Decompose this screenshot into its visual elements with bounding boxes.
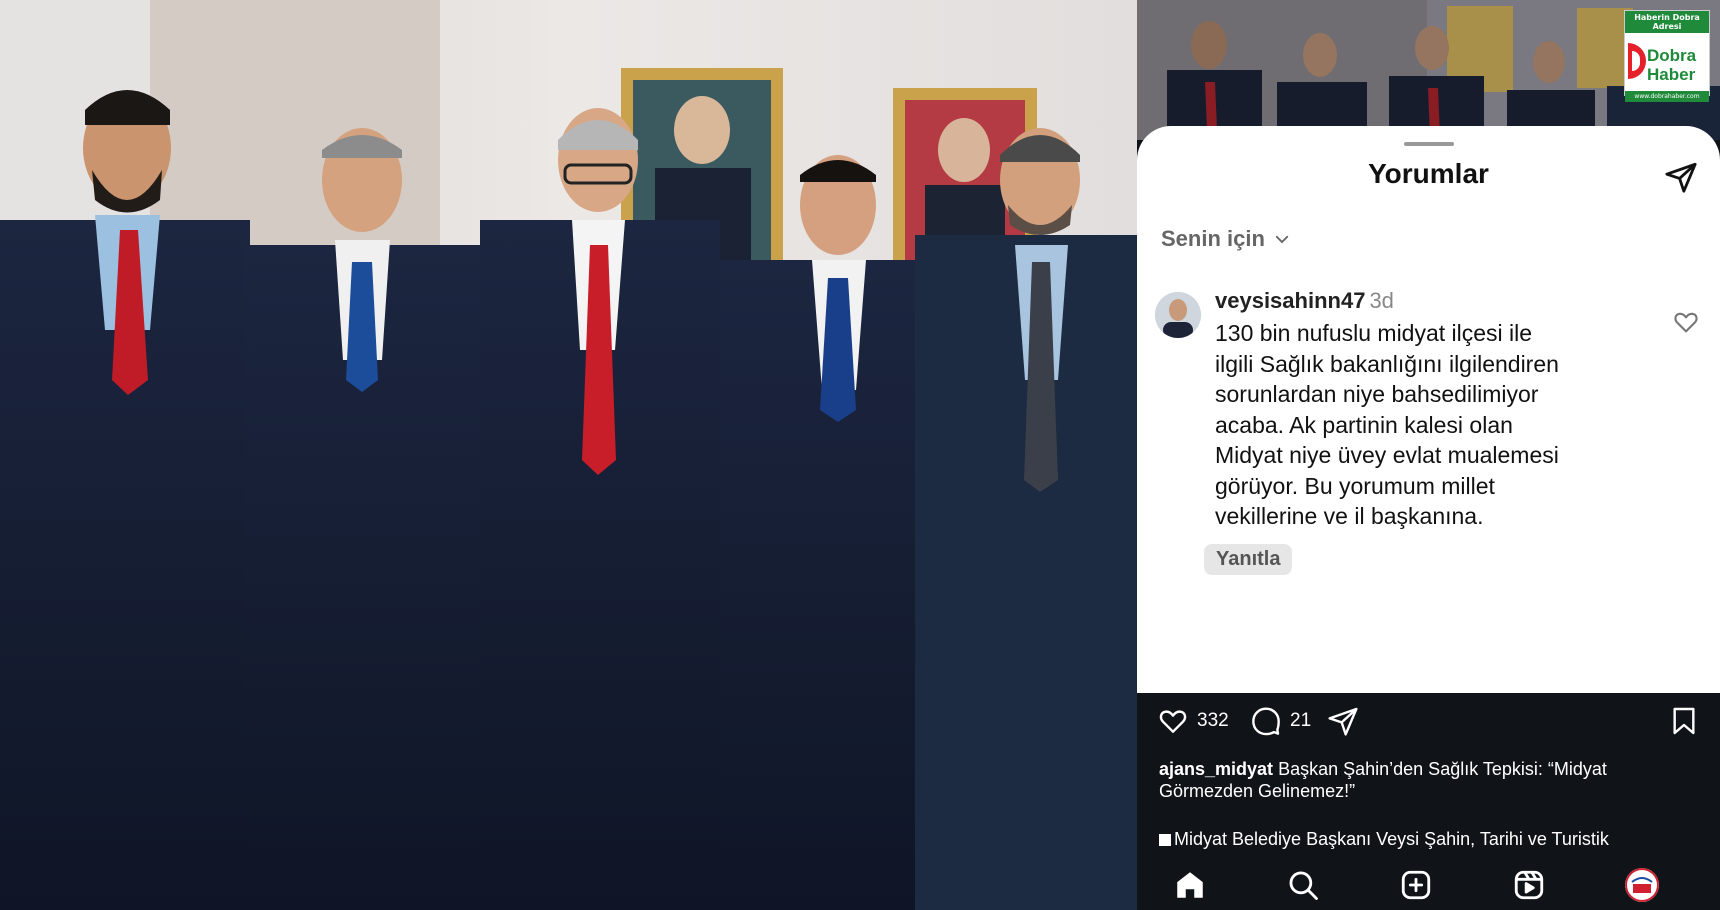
avatar[interactable]	[1155, 292, 1201, 338]
logo-url: www.dobrahaber.com	[1625, 91, 1709, 102]
home-icon[interactable]	[1173, 868, 1207, 902]
caption-username[interactable]: ajans_midyat	[1159, 759, 1273, 779]
comment-filter-dropdown[interactable]: Senin için	[1161, 226, 1291, 252]
group-photo	[0, 0, 1137, 910]
logo-name-haber: Haber	[1647, 65, 1696, 84]
paper-plane-icon	[1328, 707, 1358, 736]
chevron-down-icon	[1275, 235, 1289, 244]
post-caption: ajans_midyat Başkan Şahin’den Sağlık Tep…	[1159, 758, 1704, 802]
bookmark-icon	[1673, 707, 1695, 735]
comment-text: 130 bin nufuslu midyat ilçesi ile ilgili…	[1215, 320, 1559, 529]
heart-outline-icon[interactable]	[1672, 308, 1700, 336]
sheet-title: Yorumlar	[1368, 158, 1489, 189]
comment-bubble-icon	[1252, 707, 1280, 736]
like-count: 332	[1197, 710, 1229, 731]
bottom-navigation	[1137, 856, 1720, 910]
post-actions-bar: 332 21	[1137, 693, 1720, 753]
logo-d-mark	[1628, 43, 1646, 79]
instagram-comments-panel: Haberin Dobra Adresi Dobra Haber www.dob…	[1137, 0, 1720, 910]
comment-username-text[interactable]: veysisahinn47	[1215, 288, 1365, 313]
caption-second-line-text: Midyat Belediye Başkanı Veysi Şahin, Tar…	[1174, 829, 1609, 849]
comments-sheet: Yorumlar Senin için veysisahinn47 3d 130 …	[1137, 126, 1720, 693]
post-caption-second-line[interactable]: Midyat Belediye Başkanı Veysi Şahin, Tar…	[1159, 828, 1704, 850]
logo-name-dobra: Dobra	[1647, 46, 1697, 65]
filter-label: Senin için	[1161, 226, 1265, 251]
share-button[interactable]	[1327, 705, 1359, 737]
reels-icon[interactable]	[1512, 868, 1546, 902]
comment-button[interactable]: 21	[1250, 705, 1311, 737]
comment-age: 3d	[1369, 288, 1394, 313]
comment-username[interactable]: veysisahinn47 3d	[1215, 288, 1394, 314]
reply-button[interactable]: Yanıtla	[1204, 544, 1293, 575]
search-icon[interactable]	[1286, 868, 1320, 902]
profile-icon[interactable]	[1625, 868, 1659, 902]
like-button[interactable]: 332	[1157, 705, 1229, 737]
square-bullet-icon	[1159, 834, 1171, 846]
dobra-haber-logo: Haberin Dobra Adresi Dobra Haber www.dob…	[1624, 10, 1710, 102]
add-post-icon[interactable]	[1399, 868, 1433, 902]
logo-tagline: Haberin Dobra Adresi	[1625, 11, 1709, 33]
heart-icon	[1159, 710, 1187, 733]
paper-plane-icon[interactable]	[1664, 160, 1698, 194]
comment-count: 21	[1290, 710, 1312, 731]
save-button[interactable]	[1668, 705, 1700, 737]
sheet-drag-handle[interactable]	[1404, 142, 1454, 146]
